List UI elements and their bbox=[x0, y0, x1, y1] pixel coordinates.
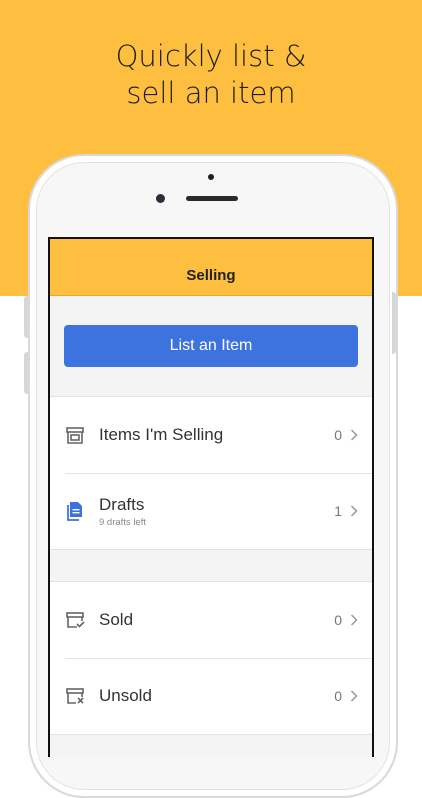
row-text: Drafts 9 drafts left bbox=[99, 495, 334, 528]
phone-volume-down-button bbox=[24, 352, 28, 394]
sold-group: Sold 0 Unsold 0 bbox=[50, 581, 372, 735]
primary-action-area: List an Item bbox=[50, 296, 372, 396]
phone-volume-up-button bbox=[24, 296, 28, 338]
headline-line-2: sell an item bbox=[126, 76, 296, 110]
row-label: Drafts bbox=[99, 494, 145, 514]
box-check-icon bbox=[65, 610, 85, 630]
row-sold[interactable]: Sold 0 bbox=[50, 582, 372, 658]
row-text: Items I'm Selling bbox=[99, 425, 334, 445]
chevron-right-icon bbox=[350, 505, 358, 517]
row-count: 1 bbox=[334, 503, 342, 519]
row-items-selling[interactable]: Items I'm Selling 0 bbox=[50, 397, 372, 473]
phone-sensor bbox=[208, 174, 214, 180]
row-label: Sold bbox=[99, 610, 134, 629]
navigation-bar: Selling bbox=[50, 239, 372, 296]
phone-speaker bbox=[186, 196, 238, 201]
row-label: Items I'm Selling bbox=[99, 425, 224, 444]
chevron-right-icon bbox=[350, 690, 358, 702]
row-text: Unsold bbox=[99, 686, 334, 706]
row-drafts[interactable]: Drafts 9 drafts left 1 bbox=[50, 473, 372, 549]
selling-group: Items I'm Selling 0 Drafts 9 drafts left… bbox=[50, 396, 372, 550]
page-title: Selling bbox=[186, 267, 236, 284]
storefront-icon bbox=[65, 425, 85, 445]
row-sublabel: 9 drafts left bbox=[99, 516, 146, 528]
promo-headline: Quickly list & sell an item bbox=[0, 38, 422, 112]
row-unsold[interactable]: Unsold 0 bbox=[50, 658, 372, 734]
box-x-icon bbox=[65, 686, 85, 706]
phone-camera bbox=[156, 194, 165, 203]
row-text: Sold bbox=[99, 610, 334, 630]
row-count: 0 bbox=[334, 688, 342, 704]
chevron-right-icon bbox=[350, 429, 358, 441]
app-screen: Selling List an Item Items I'm Selling 0 bbox=[48, 237, 374, 757]
row-count: 0 bbox=[334, 612, 342, 628]
row-count: 0 bbox=[334, 427, 342, 443]
document-icon bbox=[65, 501, 85, 521]
list-an-item-button[interactable]: List an Item bbox=[64, 325, 358, 367]
phone-power-button bbox=[392, 292, 396, 354]
chevron-right-icon bbox=[350, 614, 358, 626]
headline-line-1: Quickly list & bbox=[115, 39, 307, 73]
row-label: Unsold bbox=[99, 686, 152, 705]
